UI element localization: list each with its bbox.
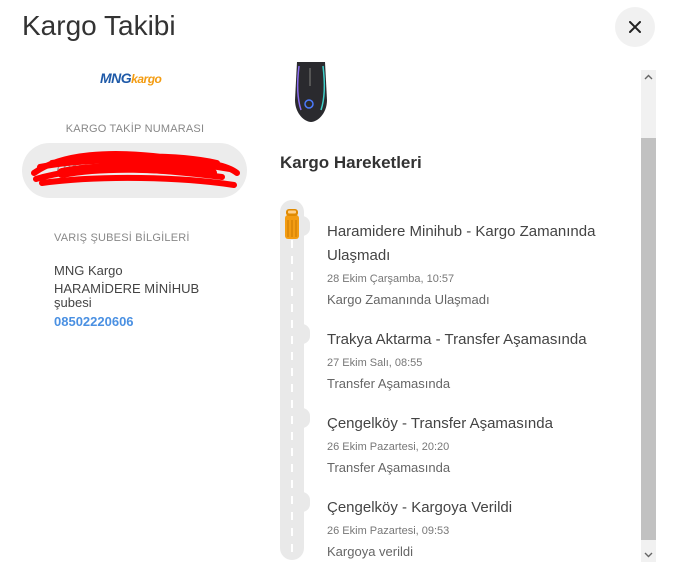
vertical-scrollbar[interactable] xyxy=(641,70,656,562)
scrollbar-thumb[interactable] xyxy=(641,138,656,540)
movement-event: Haramidere Minihub - Kargo Zamanında Ula… xyxy=(327,220,617,307)
carrier-logo-primary: MNG xyxy=(100,70,132,86)
carrier-logo-secondary: kargo xyxy=(131,72,162,86)
scroll-down-button[interactable] xyxy=(641,548,656,562)
tracking-number-label: KARGO TAKİP NUMARASI xyxy=(65,123,205,135)
branch-suffix: şubesi xyxy=(54,295,92,310)
branch-name: HARAMİDERE MİNİHUB xyxy=(54,281,200,296)
movement-event: Çengelköy - Transfer Aşamasında 26 Ekim … xyxy=(327,412,617,475)
timeline-marker xyxy=(300,408,310,428)
scroll-up-button[interactable] xyxy=(641,70,656,84)
tracking-number-box: 76••••••••••26 xyxy=(22,143,247,198)
modal-title: Kargo Takibi xyxy=(22,10,176,41)
timeline-marker xyxy=(300,492,310,512)
chevron-down-icon xyxy=(644,552,653,558)
timeline-track xyxy=(280,200,310,560)
event-description: Kargoya verildi xyxy=(327,544,413,559)
redaction-scribble xyxy=(31,151,240,188)
branch-phone-link[interactable]: 08502220606 xyxy=(54,314,134,329)
truck-icon xyxy=(285,209,299,239)
movement-event: Çengelköy - Kargoya Verildi 26 Ekim Paza… xyxy=(327,496,617,559)
timeline-marker xyxy=(300,324,310,344)
event-title: Trakya Aktarma - Transfer Aşamasında xyxy=(327,331,587,348)
event-title: Haramidere Minihub - Kargo Zamanında Ula… xyxy=(327,223,596,264)
event-date: 26 Ekim Pazartesi, 20:20 xyxy=(327,441,450,453)
event-title: Çengelköy - Transfer Aşamasında xyxy=(327,415,553,432)
event-description: Transfer Aşamasında xyxy=(327,460,451,475)
timeline-marker xyxy=(300,216,310,236)
event-date: 26 Ekim Pazartesi, 09:53 xyxy=(327,525,450,537)
event-date: 28 Ekim Çarşamba, 10:57 xyxy=(327,273,455,285)
chevron-up-icon xyxy=(644,74,653,80)
event-title: Çengelköy - Kargoya Verildi xyxy=(327,499,513,516)
close-button[interactable] xyxy=(615,7,655,47)
event-description: Kargo Zamanında Ulaşmadı xyxy=(327,292,490,307)
close-icon xyxy=(629,21,641,33)
branch-info-label: VARIŞ ŞUBESİ BİLGİLERİ xyxy=(54,232,190,244)
movement-event: Trakya Aktarma - Transfer Aşamasında 27 … xyxy=(327,328,617,391)
shipment-info-panel: MNGkargo KARGO TAKİP NUMARASI 76••••••••… xyxy=(0,62,270,572)
product-image xyxy=(295,62,327,122)
branch-company: MNG Kargo xyxy=(54,263,123,278)
carrier-logo: MNGkargo xyxy=(100,70,162,88)
event-date: 27 Ekim Salı, 08:55 xyxy=(327,357,423,369)
timeline-dashes xyxy=(291,240,293,555)
event-description: Transfer Aşamasında xyxy=(327,376,451,391)
movements-title: Kargo Hareketleri xyxy=(280,153,422,172)
